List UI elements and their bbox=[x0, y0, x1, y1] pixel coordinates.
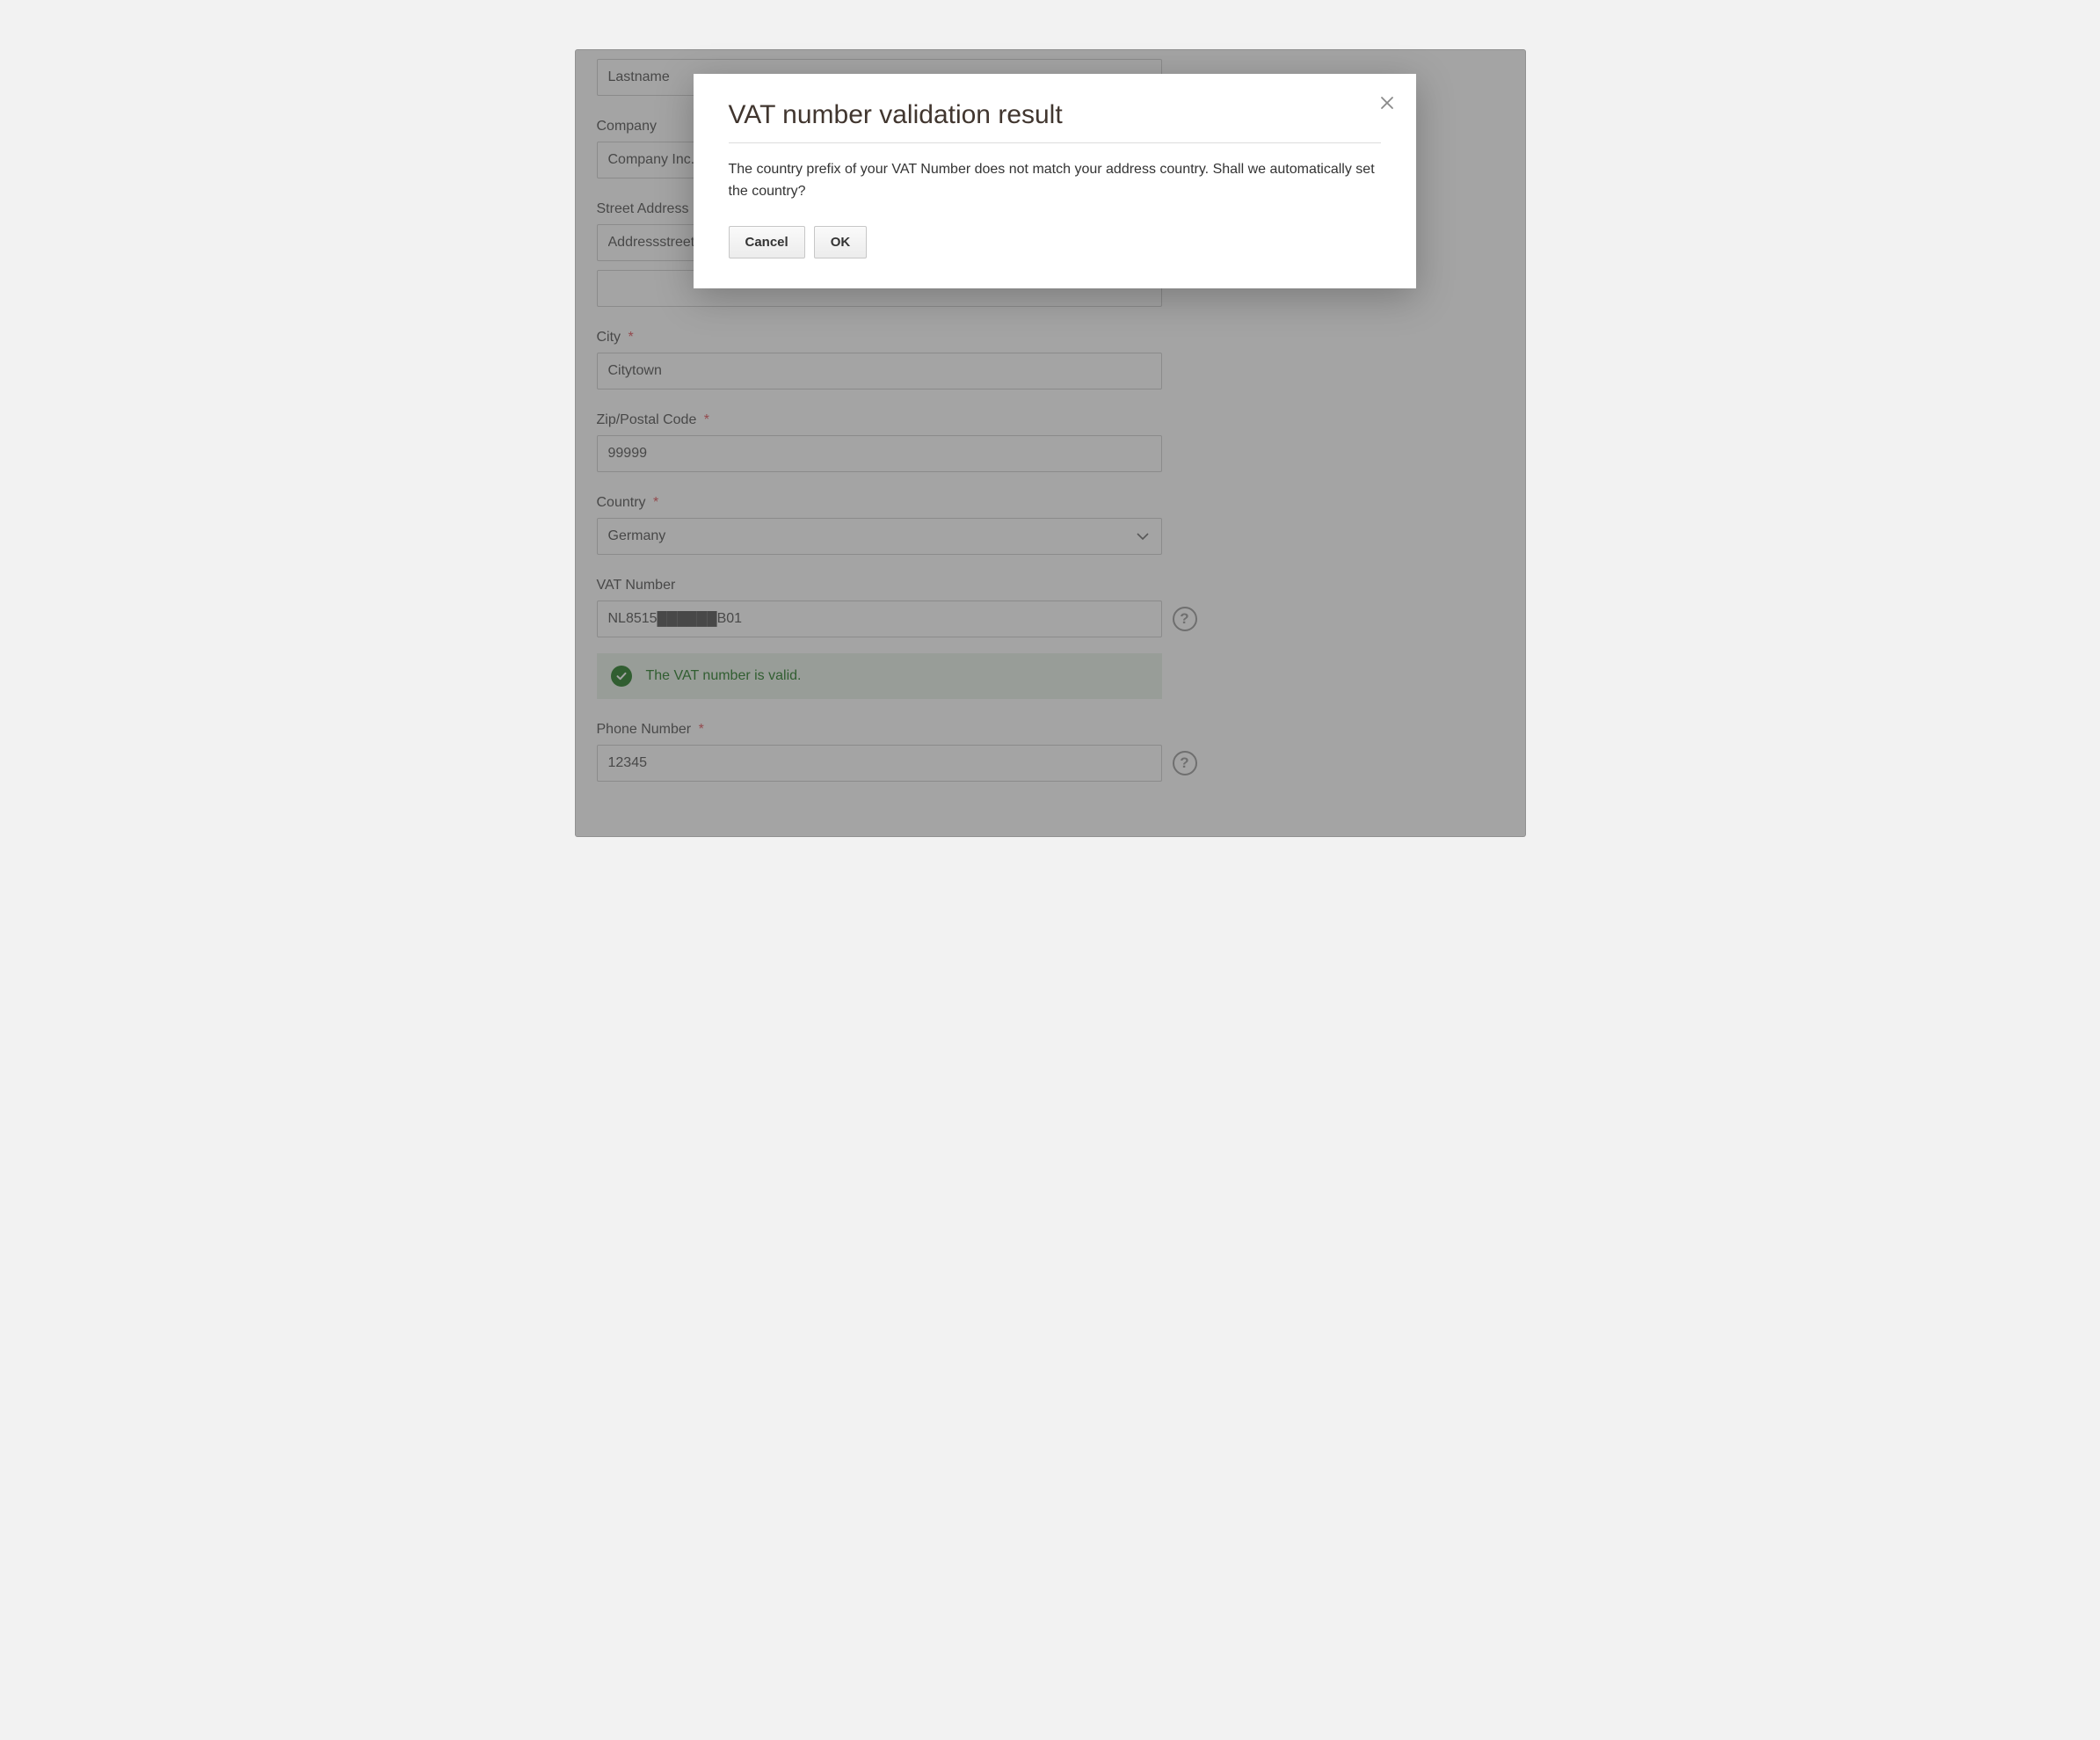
cancel-button[interactable]: Cancel bbox=[729, 226, 805, 258]
modal-body-text: The country prefix of your VAT Number do… bbox=[729, 159, 1381, 203]
modal-divider bbox=[729, 142, 1381, 143]
ok-button[interactable]: OK bbox=[814, 226, 868, 258]
modal-title: VAT number validation result bbox=[729, 100, 1381, 130]
vat-validation-modal: VAT number validation result The country… bbox=[694, 74, 1416, 288]
close-icon[interactable] bbox=[1377, 93, 1397, 113]
